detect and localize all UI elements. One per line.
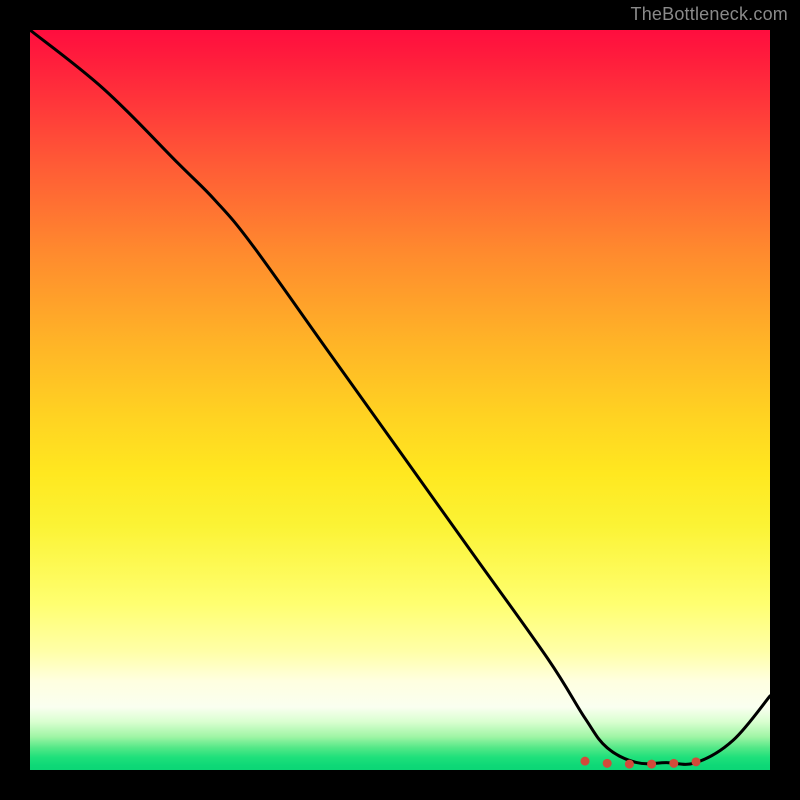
optimum-marker [603,759,612,768]
attribution-text: TheBottleneck.com [631,4,788,25]
optimum-marker [692,757,701,766]
optimum-marker [669,759,678,768]
optimum-marker [581,757,590,766]
chart-container: TheBottleneck.com [0,0,800,800]
optimum-marker [647,760,656,769]
curve-svg [30,30,770,770]
optimum-marker [625,760,634,769]
bottleneck-curve [30,30,770,764]
plot-area [30,30,770,770]
